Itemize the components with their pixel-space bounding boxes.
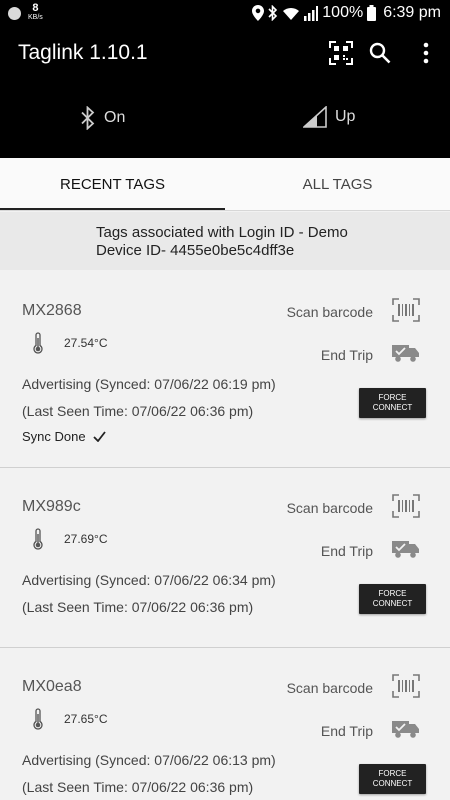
tag-list: MX2868 27.54°C Advertising (Synced: 07/0… <box>0 272 450 800</box>
force-connect-line1: FORCE <box>378 589 407 598</box>
battery-icon <box>367 5 377 21</box>
device-id-text: Device ID- 4455e0be5c4dff3e <box>96 242 295 259</box>
tag-last-seen: (Last Seen Time: 07/06/22 06:36 pm) <box>22 403 254 419</box>
delivery-truck-icon[interactable] <box>392 539 420 559</box>
sync-status-label: Sync Done <box>22 429 86 444</box>
cellular-status-label: Up <box>335 108 356 125</box>
tag-temperature: 27.69°C <box>64 532 108 546</box>
end-trip-label[interactable]: End Trip <box>321 347 373 363</box>
tab-bar: RECENT TAGS ALL TAGS <box>0 158 450 211</box>
search-icon[interactable] <box>369 42 391 64</box>
clock: 6:39 pm <box>383 4 441 21</box>
tab-indicator <box>0 208 225 210</box>
tag-name: MX0ea8 <box>22 678 82 695</box>
tag-advertising-status: Advertising (Synced: 07/06/22 06:34 pm) <box>22 572 276 588</box>
sync-status: Sync Done <box>22 429 106 444</box>
tag-temperature: 27.65°C <box>64 712 108 726</box>
cellular-signal-icon <box>303 106 327 128</box>
scan-barcode-label[interactable]: Scan barcode <box>287 680 373 696</box>
tag-advertising-status: Advertising (Synced: 07/06/22 06:13 pm) <box>22 752 276 768</box>
tab-recent-tags[interactable]: RECENT TAGS <box>0 158 225 211</box>
barcode-scan-icon[interactable] <box>392 298 420 322</box>
force-connect-button[interactable]: FORCE CONNECT <box>359 388 426 418</box>
network-speed-value: 8 <box>32 2 39 14</box>
tag-advertising-status: Advertising (Synced: 07/06/22 06:19 pm) <box>22 376 276 392</box>
status-bar: 8 KB/s 100% 6:39 pm <box>0 0 450 28</box>
bluetooth-icon <box>81 106 95 130</box>
notification-dot-icon <box>8 6 21 20</box>
network-speed-unit: KB/s <box>28 14 43 21</box>
tag-card: MX0ea8 27.65°C Advertising (Synced: 07/0… <box>0 648 450 800</box>
login-info-banner: Tags associated with Login ID - Demo Dev… <box>0 212 450 270</box>
force-connect-button[interactable]: FORCE CONNECT <box>359 584 426 614</box>
force-connect-line2: CONNECT <box>372 779 413 788</box>
bluetooth-status-icon <box>268 5 278 21</box>
wifi-icon <box>283 7 300 20</box>
tab-all-tags[interactable]: ALL TAGS <box>225 158 450 211</box>
barcode-scan-icon[interactable] <box>392 494 420 518</box>
signal-icon <box>304 5 319 21</box>
thermometer-icon <box>33 528 43 550</box>
delivery-truck-icon[interactable] <box>392 719 420 739</box>
connection-status-bar: On Up <box>0 80 450 158</box>
tag-card: MX989c 27.69°C Advertising (Synced: 07/0… <box>0 468 450 648</box>
tag-last-seen: (Last Seen Time: 07/06/22 06:36 pm) <box>22 779 254 795</box>
login-id-text: Tags associated with Login ID - Demo <box>96 224 348 241</box>
qr-code-icon[interactable] <box>329 41 353 65</box>
force-connect-line2: CONNECT <box>372 599 413 608</box>
network-speed: 8 KB/s <box>28 2 43 22</box>
delivery-truck-icon[interactable] <box>392 343 420 363</box>
thermometer-icon <box>33 332 43 354</box>
check-icon <box>92 431 106 442</box>
barcode-scan-icon[interactable] <box>392 674 420 698</box>
end-trip-label[interactable]: End Trip <box>321 543 373 559</box>
tag-temperature: 27.54°C <box>64 336 108 350</box>
force-connect-button[interactable]: FORCE CONNECT <box>359 764 426 794</box>
tag-card: MX2868 27.54°C Advertising (Synced: 07/0… <box>0 272 450 468</box>
cellular-status: Up <box>303 106 355 128</box>
tag-name: MX989c <box>22 498 81 515</box>
thermometer-icon <box>33 708 43 730</box>
tag-name: MX2868 <box>22 302 82 319</box>
app-bar: Taglink 1.10.1 <box>0 28 450 80</box>
more-vert-icon[interactable] <box>422 42 430 64</box>
force-connect-line1: FORCE <box>378 769 407 778</box>
location-icon <box>252 5 265 21</box>
force-connect-line2: CONNECT <box>372 403 413 412</box>
force-connect-line1: FORCE <box>378 393 407 402</box>
bluetooth-status: On <box>80 106 125 130</box>
battery-percent: 100% <box>322 4 364 21</box>
end-trip-label[interactable]: End Trip <box>321 723 373 739</box>
app-title: Taglink 1.10.1 <box>18 41 148 64</box>
scan-barcode-label[interactable]: Scan barcode <box>287 304 373 320</box>
tag-last-seen: (Last Seen Time: 07/06/22 06:36 pm) <box>22 599 254 615</box>
bluetooth-status-label: On <box>104 109 126 126</box>
scan-barcode-label[interactable]: Scan barcode <box>287 500 373 516</box>
